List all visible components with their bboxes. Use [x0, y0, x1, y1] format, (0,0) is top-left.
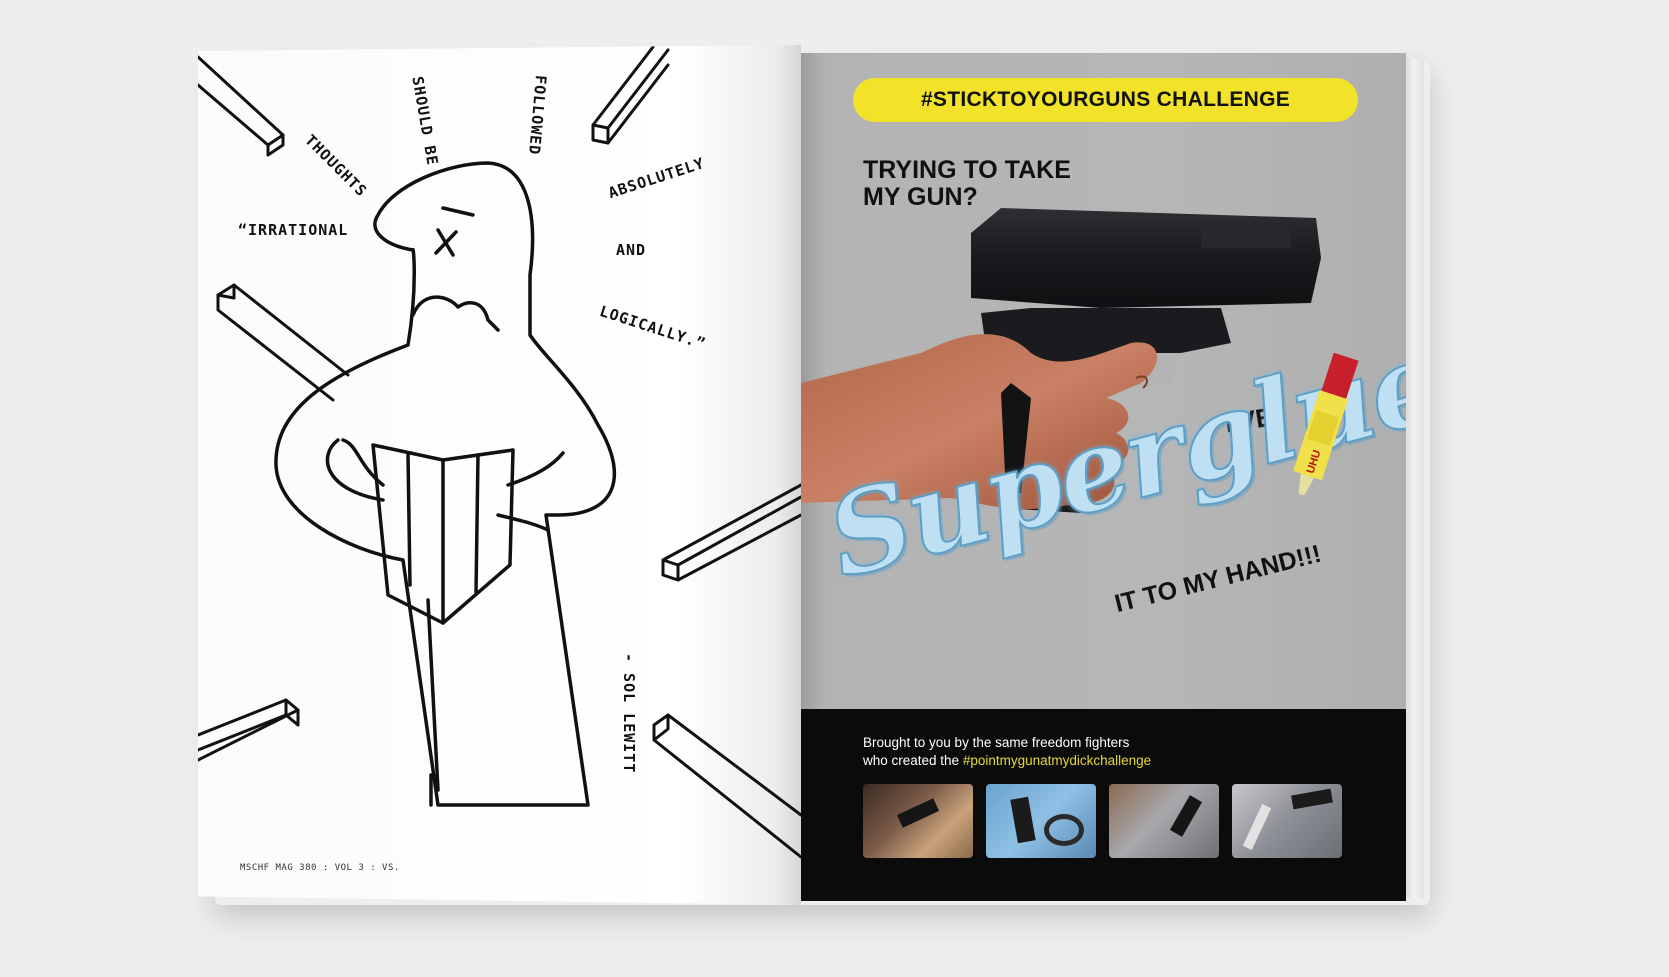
credits: Brought to you by the same freedom fight… — [863, 734, 1151, 770]
thumbnail-photo-2 — [986, 784, 1096, 858]
stick-top-right — [591, 45, 670, 145]
coloring-illustration — [198, 45, 801, 859]
attribution: - SOL LEWITT — [620, 653, 638, 774]
thumbnail-photo-1 — [863, 784, 973, 858]
credits-line-1: Brought to you by the same freedom fight… — [863, 735, 1130, 750]
left-page: “IRRATIONAL THOUGHTS SHOULD BE FOLLOWED … — [198, 45, 801, 905]
quote-word-and: AND — [616, 241, 647, 259]
page-footer: MSCHF MAG 380 : VOL 3 : VS. — [240, 863, 400, 873]
stick-bottom-right — [652, 713, 801, 859]
thumbnail-photo-4 — [1232, 784, 1342, 858]
credits-prefix: who created the — [863, 753, 963, 768]
stick-top-left — [198, 55, 285, 157]
thumbnail-strip — [863, 784, 1342, 858]
stick-mid-right — [661, 483, 801, 582]
figure — [274, 161, 617, 807]
quote-word-irrational: “IRRATIONAL — [238, 221, 349, 239]
stick-bottom-left — [198, 698, 300, 762]
credits-hashtag: #pointmygunatmydickchallenge — [962, 753, 1152, 768]
page-stack-edge — [1404, 58, 1424, 898]
thumbnail-photo-3 — [1109, 784, 1219, 858]
bottom-band: Brought to you by the same freedom fight… — [801, 709, 1406, 901]
credits-line-2: who created the #pointmygunatmydickchall… — [863, 752, 1151, 770]
right-page: #STICKTOYOURGUNS CHALLENGE TRYING TO TAK… — [801, 53, 1406, 901]
